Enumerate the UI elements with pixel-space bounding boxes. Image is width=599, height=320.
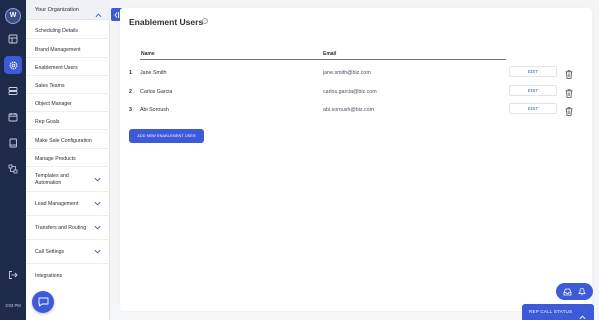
logout-icon[interactable]	[4, 266, 22, 284]
inbox-icon[interactable]	[563, 283, 572, 301]
clock-time: 3:03 PM	[5, 303, 21, 308]
main-card: Enablement Users i Name Email 1 Jane Smi…	[120, 8, 592, 311]
sidebar-item-brand-management[interactable]: Brand Management	[26, 39, 110, 58]
routing-icon[interactable]	[4, 160, 22, 178]
calendar-icon[interactable]	[4, 108, 22, 126]
sidebar-item-label: Call Settings	[35, 249, 65, 255]
sidebar-item-object-manager[interactable]: Object Manager	[26, 94, 110, 112]
app-logo[interactable]: W	[5, 8, 21, 24]
header-divider	[140, 59, 506, 60]
row-number: 1	[129, 70, 132, 76]
sidebar-item-label: Integrations	[35, 273, 63, 279]
sidebar-item-label: Brand Management	[35, 47, 81, 53]
chevron-down-icon	[94, 224, 101, 233]
rep-call-status-bar[interactable]: REP CALL STATUS	[522, 304, 594, 320]
table-row: 1 Jane Smith jane.smith@biz.com EDIT	[129, 64, 581, 82]
sidebar-item-sales-teams[interactable]: Sales Teams	[26, 76, 110, 94]
sidebar-item-label: Rep Goals	[35, 119, 60, 125]
sidebar-section-label: Your Organization	[35, 7, 79, 13]
sidebar-item-label: Sales Teams	[35, 83, 65, 89]
sidebar-item-label: Scheduling Details	[35, 28, 78, 34]
sidebar-item-enablement-users[interactable]: Enablement Users	[26, 58, 110, 76]
gear-icon[interactable]	[4, 56, 22, 74]
sidebar-item-manage-products[interactable]: Manage Products	[26, 149, 110, 167]
chevron-down-icon	[94, 176, 101, 185]
sidebar-section-your-organization[interactable]: Your Organization	[26, 0, 110, 20]
column-header-name: Name	[141, 51, 155, 57]
rep-call-status-label: REP CALL STATUS	[529, 309, 573, 314]
row-number: 2	[129, 89, 132, 95]
server-icon[interactable]	[4, 82, 22, 100]
bell-icon[interactable]	[578, 283, 586, 301]
chat-button[interactable]	[32, 291, 54, 313]
edit-button[interactable]: EDIT	[509, 103, 557, 114]
sidebar-item-make-sale-configuration[interactable]: Make Sale Configuration	[26, 130, 110, 149]
sidebar-item-label: Object Manager	[35, 101, 72, 107]
table-row: 3 Abi Soroush abi.soroush@biz.com EDIT	[129, 101, 581, 119]
edit-button[interactable]: EDIT	[509, 85, 557, 96]
sidebar-item-lead-management[interactable]: Lead Management	[26, 192, 110, 216]
chevron-down-icon	[94, 200, 101, 209]
user-name: Abi Soroush	[140, 107, 169, 113]
table-row: 2 Carlos Garcia carlos.garcia@biz.com ED…	[129, 83, 581, 101]
trash-icon[interactable]	[565, 66, 573, 84]
table-icon[interactable]	[4, 30, 22, 48]
sidebar-item-rep-goals[interactable]: Rep Goals	[26, 112, 110, 130]
add-enablement-user-button[interactable]: ADD NEW ENABLEMENT USER	[129, 129, 204, 143]
sidebar-item-scheduling-details[interactable]: Scheduling Details	[26, 20, 110, 39]
user-name: Jane Smith	[140, 70, 167, 76]
sidebar-item-integrations[interactable]: Integrations	[26, 264, 110, 288]
sidebar-item-label: Templates and Automation	[35, 173, 69, 186]
user-email: abi.soroush@biz.com	[323, 107, 375, 113]
page-title: Enablement Users	[129, 17, 204, 27]
user-name: Carlos Garcia	[140, 89, 173, 95]
edit-button[interactable]: EDIT	[509, 66, 557, 77]
sidebar-item-call-settings[interactable]: Call Settings	[26, 240, 110, 264]
user-email: jane.smith@biz.com	[323, 70, 371, 76]
book-icon[interactable]	[4, 134, 22, 152]
sidebar-item-templates-and-automation[interactable]: Templates and Automation	[26, 167, 110, 192]
sidebar-item-label: Manage Products	[35, 156, 76, 162]
sidebar-item-transfers-and-routing[interactable]: Transfers and Routing	[26, 216, 110, 240]
chevron-down-icon	[94, 248, 101, 257]
info-icon[interactable]: i	[202, 18, 208, 24]
user-email: carlos.garcia@biz.com	[323, 89, 377, 95]
settings-sidebar: Your Organization Scheduling Details Bra…	[26, 0, 110, 320]
sidebar-item-label: Enablement Users	[35, 65, 78, 71]
chevron-up-icon	[579, 308, 586, 320]
chat-icon	[38, 297, 48, 307]
column-header-email: Email	[323, 51, 337, 57]
sidebar-item-label: Lead Management	[35, 201, 79, 207]
icon-rail: W 3:03 PM	[0, 0, 26, 320]
sidebar-item-label: Make Sale Configuration	[35, 138, 92, 144]
row-number: 3	[129, 107, 132, 113]
sidebar-item-label: Transfers and Routing	[35, 225, 87, 231]
trash-icon[interactable]	[565, 103, 573, 121]
inbox-notifications-pill	[556, 283, 593, 300]
